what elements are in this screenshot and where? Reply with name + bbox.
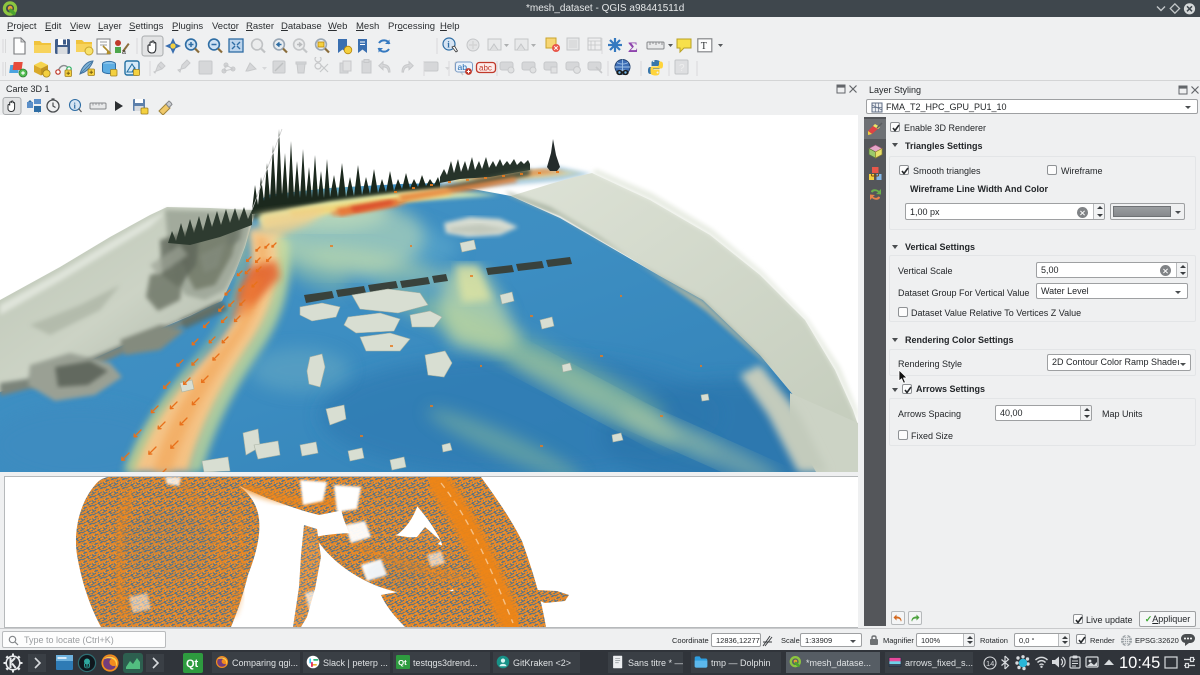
svg-text:?: ?: [679, 63, 685, 74]
svg-text:Qt: Qt: [398, 658, 407, 667]
svg-text:a: a: [122, 49, 126, 56]
svg-text:T: T: [701, 41, 707, 52]
svg-text:Qt: Qt: [186, 658, 199, 670]
svg-text:abc: abc: [479, 64, 492, 73]
svg-text:14: 14: [986, 659, 994, 668]
svg-text:Σ: Σ: [628, 40, 638, 56]
